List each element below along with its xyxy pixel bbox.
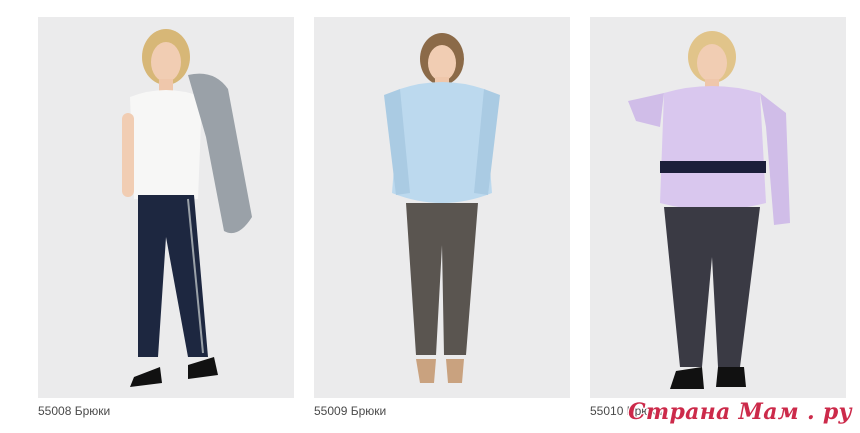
product-card[interactable]: 55010 Брюки — [590, 17, 846, 418]
product-caption[interactable]: 55008 Брюки — [38, 404, 110, 418]
product-card[interactable]: 55009 Брюки — [314, 17, 570, 418]
product-photo[interactable] — [38, 17, 294, 398]
product-photo[interactable] — [314, 17, 570, 398]
model-illustration — [590, 17, 846, 398]
top-garment — [130, 90, 202, 199]
model-illustration — [314, 17, 570, 398]
model-illustration — [38, 17, 294, 398]
product-card[interactable]: 55008 Брюки — [38, 17, 294, 418]
product-photo[interactable] — [590, 17, 846, 398]
product-caption[interactable]: 55009 Брюки — [314, 404, 386, 418]
site-watermark: Страна Мам . ру — [628, 399, 852, 425]
top-garment — [660, 86, 766, 210]
